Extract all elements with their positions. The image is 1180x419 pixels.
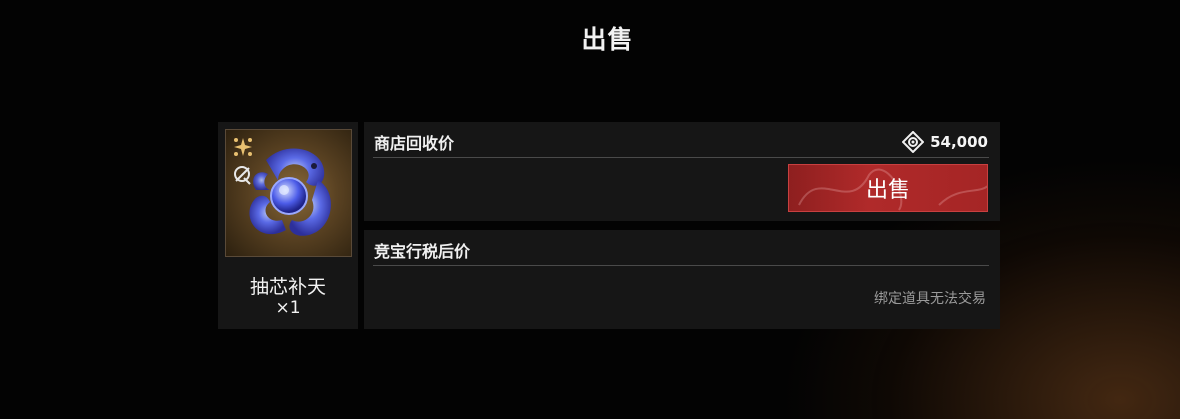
- sell-button[interactable]: 出售: [788, 164, 988, 212]
- diamond-coin-icon: [902, 131, 925, 153]
- item-quantity: ×1: [275, 298, 301, 318]
- bound-item-notice: 绑定道具无法交易: [874, 291, 986, 307]
- shop-price-value: 54,000: [930, 133, 988, 151]
- auction-label: 竞宝行税后价: [374, 242, 471, 261]
- item-name: 抽芯补天: [249, 276, 326, 298]
- shop-buyback-panel: 商店回收价 54,000 出售: [364, 122, 1000, 221]
- dialog-title: 出售: [581, 25, 634, 54]
- sell-button-label: 出售: [865, 178, 910, 203]
- divider: [373, 265, 989, 266]
- item-icon[interactable]: [225, 129, 352, 257]
- bound-lock-icon: [234, 166, 251, 185]
- divider: [373, 157, 989, 158]
- auction-panel: 竞宝行税后价 绑定道具无法交易: [364, 230, 1000, 329]
- star-burst-icon: [234, 138, 252, 156]
- item-card: 抽芯补天 ×1: [218, 122, 358, 329]
- shop-buyback-label: 商店回收价: [374, 134, 455, 153]
- shop-price: 54,000: [902, 131, 988, 153]
